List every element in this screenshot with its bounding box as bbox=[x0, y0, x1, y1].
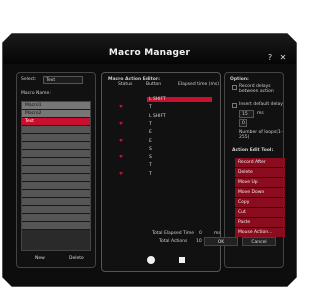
title-bar: Macro Manager ? ✕ bbox=[3, 34, 296, 64]
total-actions-value: 10 bbox=[196, 239, 202, 244]
total-elapsed-label: Total Elapsed Time bbox=[152, 231, 195, 236]
new-button[interactable]: New bbox=[35, 256, 45, 261]
paste-button[interactable]: Paste bbox=[235, 218, 285, 227]
delete-button[interactable]: Delete bbox=[69, 256, 84, 261]
action-row-button[interactable]: E bbox=[149, 139, 152, 144]
heart-icon: ♥ bbox=[119, 105, 124, 111]
copy-button[interactable]: Copy bbox=[235, 198, 285, 207]
heart-icon: ♥ bbox=[119, 155, 124, 161]
list-item[interactable] bbox=[22, 134, 90, 142]
action-row-button[interactable]: T bbox=[149, 122, 152, 127]
macro-list-panel: Select: Text Macro Name: Macro1 Macro2 T… bbox=[16, 72, 96, 268]
button-header: Button bbox=[146, 82, 162, 87]
stop-button[interactable] bbox=[179, 257, 185, 263]
record-button[interactable] bbox=[147, 256, 155, 264]
loops-label: Number of loops(1-255) bbox=[239, 130, 283, 140]
move-up-button[interactable]: Move Up bbox=[235, 178, 285, 187]
action-row-button[interactable]: L SHIFT bbox=[149, 97, 166, 102]
delete-action-button[interactable]: Delete bbox=[235, 168, 285, 177]
action-row-button[interactable]: E bbox=[149, 130, 152, 135]
list-item[interactable]: Test bbox=[22, 118, 90, 126]
macro-name-label: Macro Name: bbox=[21, 91, 51, 96]
list-item[interactable] bbox=[22, 166, 90, 174]
heart-icon: ♥ bbox=[119, 138, 124, 144]
action-row-button[interactable]: S bbox=[149, 155, 152, 160]
record-after-button[interactable]: Record After bbox=[235, 158, 285, 167]
record-delays-label: Record delays between action bbox=[239, 84, 274, 94]
action-edit-tool-title: Action Edit Tool: bbox=[232, 148, 274, 153]
move-down-button[interactable]: Move Down bbox=[235, 188, 285, 197]
list-item[interactable] bbox=[22, 126, 90, 134]
list-item[interactable] bbox=[22, 190, 90, 198]
delay-unit: ms bbox=[257, 111, 264, 116]
elapsed-header: Elapsed time (ms) bbox=[178, 82, 219, 87]
record-delays-checkbox[interactable] bbox=[232, 85, 237, 90]
loops-input[interactable]: 0 bbox=[239, 119, 247, 127]
status-header: Status bbox=[118, 82, 133, 87]
list-item[interactable] bbox=[22, 214, 90, 222]
heart-icon: ♥ bbox=[119, 121, 124, 127]
window-title: Macro Manager bbox=[108, 48, 191, 58]
action-row-button[interactable]: L SHIFT bbox=[149, 114, 166, 119]
heart-icon: ♥ bbox=[119, 171, 124, 177]
delay-input[interactable]: 15 bbox=[239, 110, 254, 118]
list-item[interactable] bbox=[22, 222, 90, 230]
select-label: Select: bbox=[21, 77, 37, 82]
list-item[interactable] bbox=[22, 206, 90, 214]
list-item[interactable] bbox=[22, 174, 90, 182]
options-title: Option: bbox=[230, 77, 249, 82]
action-row-button[interactable]: T bbox=[149, 163, 152, 168]
cancel-button[interactable]: Cancel bbox=[242, 237, 276, 246]
insert-delay-checkbox[interactable] bbox=[232, 103, 237, 108]
close-icon[interactable]: ✕ bbox=[278, 53, 288, 63]
list-item[interactable] bbox=[22, 198, 90, 206]
list-item[interactable] bbox=[22, 158, 90, 166]
ok-button[interactable]: OK bbox=[204, 237, 238, 246]
macro-list: Macro1 Macro2 Test bbox=[21, 101, 91, 251]
action-row-button[interactable]: T bbox=[149, 172, 152, 177]
action-row-button[interactable]: T bbox=[149, 105, 152, 110]
help-icon[interactable]: ? bbox=[265, 53, 275, 63]
insert-delay-label: Insert default delay bbox=[239, 102, 283, 107]
macro-manager-window: Macro Manager ? ✕ Select: Text Macro Nam… bbox=[2, 33, 297, 287]
action-row-button[interactable]: S bbox=[149, 147, 152, 152]
total-actions-label: Total Actions bbox=[159, 239, 188, 244]
total-elapsed-unit: ms bbox=[214, 231, 221, 236]
list-item[interactable] bbox=[22, 142, 90, 150]
list-item[interactable]: Macro2 bbox=[22, 110, 90, 118]
total-elapsed-value: 0 bbox=[199, 231, 202, 236]
select-dropdown[interactable]: Text bbox=[43, 76, 83, 84]
cut-button[interactable]: Cut bbox=[235, 208, 285, 217]
list-item[interactable] bbox=[22, 150, 90, 158]
list-item[interactable]: Macro1 bbox=[22, 102, 90, 110]
mouse-action-button[interactable]: Mouse Action... bbox=[235, 228, 285, 237]
list-item[interactable] bbox=[22, 182, 90, 190]
